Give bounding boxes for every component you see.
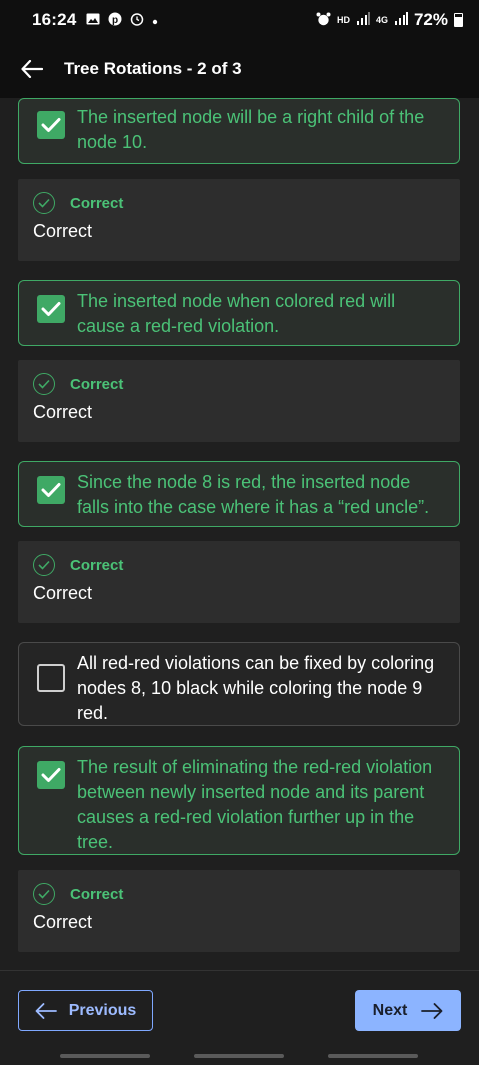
option-text: All red-red violations can be fixed by c… bbox=[77, 653, 435, 723]
option-text: The inserted node will be a right child … bbox=[77, 107, 425, 152]
question-content: The inserted node will be a right child … bbox=[0, 98, 479, 970]
feedback-message: Correct bbox=[33, 912, 93, 932]
feedback-message: Correct bbox=[33, 221, 93, 241]
checkbox-checked-icon[interactable] bbox=[37, 761, 65, 789]
feedback-label: Correct bbox=[70, 885, 124, 903]
feedback-box: Correct Correct bbox=[18, 360, 460, 442]
answer-option[interactable]: Since the node 8 is red, the inserted no… bbox=[18, 461, 460, 527]
check-circle-icon bbox=[33, 192, 55, 214]
answer-option[interactable]: The inserted node will be a right child … bbox=[18, 98, 460, 164]
check-circle-icon bbox=[33, 883, 55, 905]
feedback-label: Correct bbox=[70, 194, 124, 212]
answer-option[interactable]: The result of eliminating the red-red vi… bbox=[18, 746, 460, 855]
status-bar: 16:24 p HD 4G 72% bbox=[0, 0, 479, 40]
feedback-box: Correct Correct bbox=[18, 179, 460, 261]
feedback-label: Correct bbox=[70, 556, 124, 574]
status-time: 16:24 bbox=[32, 10, 77, 29]
battery-percent: 72% bbox=[413, 10, 448, 29]
feedback-message: Correct bbox=[33, 402, 93, 422]
dot-icon bbox=[152, 12, 158, 28]
gallery-icon bbox=[86, 12, 100, 28]
option-text: Since the node 8 is red, the inserted no… bbox=[77, 472, 430, 517]
answer-option[interactable]: All red-red violations can be fixed by c… bbox=[18, 642, 460, 726]
checkbox-checked-icon[interactable] bbox=[37, 111, 65, 139]
next-button[interactable]: Next bbox=[355, 990, 461, 1031]
network-label: HD bbox=[336, 15, 350, 25]
page-title: Tree Rotations - 2 of 3 bbox=[64, 59, 242, 78]
nav-back-button[interactable] bbox=[328, 1054, 418, 1058]
navigation-footer: Previous Next bbox=[0, 970, 479, 1048]
checkbox-checked-icon[interactable] bbox=[37, 476, 65, 504]
pinterest-icon: p bbox=[108, 12, 122, 29]
signal2-icon bbox=[394, 12, 408, 28]
previous-label: Previous bbox=[68, 1001, 137, 1019]
option-text: The inserted node when colored red will … bbox=[77, 291, 396, 336]
signal2-label: 4G bbox=[375, 15, 388, 25]
feedback-label: Correct bbox=[70, 375, 124, 393]
option-text: The result of eliminating the red-red vi… bbox=[77, 757, 433, 852]
previous-button[interactable]: Previous bbox=[18, 990, 153, 1031]
feedback-box: Correct Correct bbox=[18, 870, 460, 952]
app-bar: Tree Rotations - 2 of 3 bbox=[0, 40, 479, 98]
back-arrow-icon[interactable] bbox=[18, 55, 46, 83]
next-label: Next bbox=[372, 1001, 408, 1019]
check-circle-icon bbox=[33, 554, 55, 576]
battery-icon bbox=[454, 13, 463, 27]
answer-option[interactable]: The inserted node when colored red will … bbox=[18, 280, 460, 346]
system-nav-bar bbox=[0, 1048, 479, 1065]
checkbox-checked-icon[interactable] bbox=[37, 295, 65, 323]
check-circle-icon bbox=[33, 373, 55, 395]
arrow-right-icon bbox=[421, 1002, 443, 1019]
nav-home-button[interactable] bbox=[194, 1054, 284, 1058]
arrow-left-icon bbox=[35, 1002, 57, 1019]
feedback-box: Correct Correct bbox=[18, 541, 460, 623]
signal-icon bbox=[356, 12, 370, 28]
feedback-message: Correct bbox=[33, 583, 93, 603]
checkbox-empty-icon[interactable] bbox=[37, 664, 65, 692]
nav-recents-button[interactable] bbox=[60, 1054, 150, 1058]
alarm-clock-icon bbox=[316, 12, 331, 29]
svg-text:p: p bbox=[112, 15, 118, 26]
alarm-icon bbox=[130, 12, 144, 29]
